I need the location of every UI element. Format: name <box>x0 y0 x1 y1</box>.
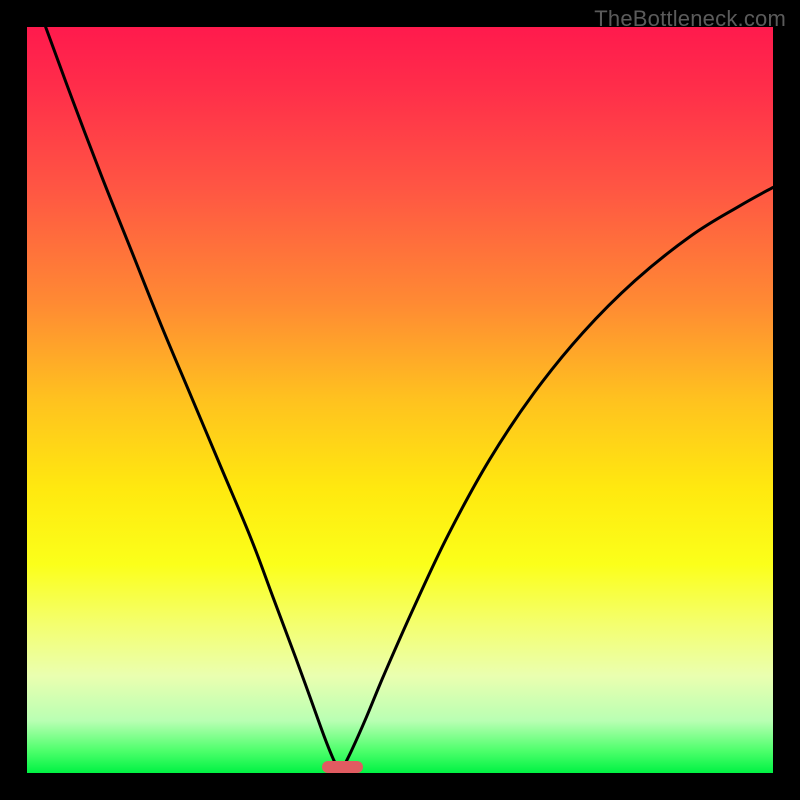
right-curve <box>340 187 773 773</box>
chart-frame: TheBottleneck.com <box>0 0 800 800</box>
bottleneck-curves <box>27 27 773 773</box>
plot-area <box>27 27 773 773</box>
watermark-text: TheBottleneck.com <box>594 6 786 32</box>
left-curve <box>46 27 341 773</box>
bottleneck-marker <box>322 761 363 773</box>
